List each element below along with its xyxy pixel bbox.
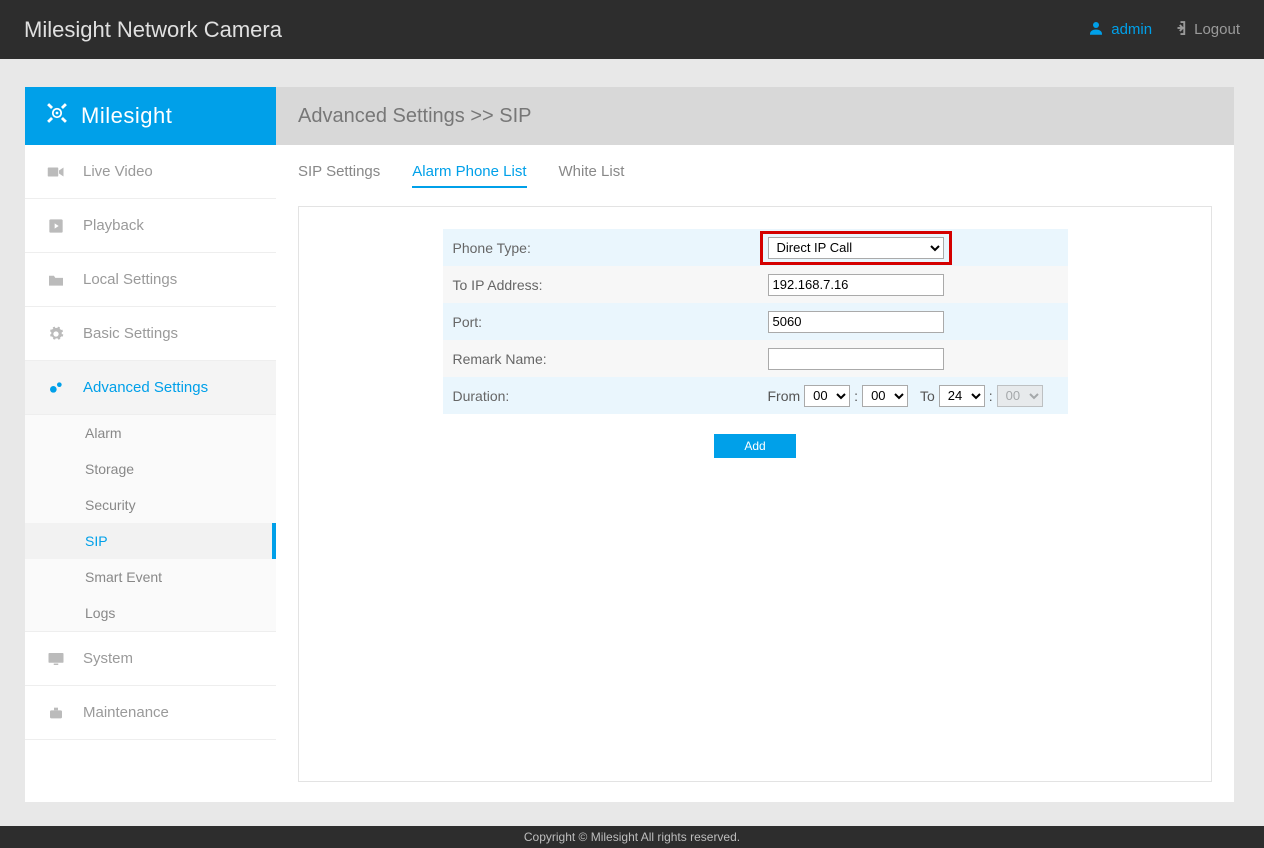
sidebar-item-playback[interactable]: Playback	[25, 199, 276, 253]
brand: Milesight	[25, 87, 276, 145]
inner-panel: Milesight Live Video Playback Local Sett…	[25, 87, 1234, 802]
play-icon	[47, 218, 65, 234]
label-port: Port:	[453, 314, 768, 330]
highlight-rect: Direct IP Call	[760, 231, 952, 265]
row-port: Port:	[443, 303, 1068, 340]
subnav-security[interactable]: Security	[25, 487, 276, 523]
topbar-right: admin Logout	[1087, 19, 1240, 41]
to-text: To	[920, 388, 935, 404]
brand-icon	[43, 99, 71, 133]
sidebar-item-maintenance[interactable]: Maintenance	[25, 686, 276, 740]
colon-1: :	[854, 388, 858, 404]
from-text: From	[768, 388, 801, 404]
main-panel: Advanced Settings >> SIP SIP Settings Al…	[276, 87, 1234, 802]
colon-2: :	[989, 388, 993, 404]
sidebar-item-label: Local Settings	[83, 271, 177, 288]
label-to-ip: To IP Address:	[453, 277, 768, 293]
form-card: Phone Type: Direct IP Call To IP Address…	[298, 206, 1212, 782]
folder-icon	[47, 273, 65, 287]
logout-button[interactable]: Logout	[1170, 19, 1240, 41]
gear-icon	[47, 326, 65, 342]
logout-label: Logout	[1194, 21, 1240, 38]
row-phone-type: Phone Type: Direct IP Call	[443, 229, 1068, 266]
sidebar-item-label: Advanced Settings	[83, 379, 208, 396]
logout-icon	[1170, 19, 1188, 41]
camera-icon	[47, 165, 65, 179]
tab-row: SIP Settings Alarm Phone List White List	[276, 145, 1234, 200]
footer: Copyright © Milesight All rights reserve…	[0, 826, 1264, 848]
port-input[interactable]	[768, 311, 944, 333]
subnav-logs[interactable]: Logs	[25, 595, 276, 631]
row-remark: Remark Name:	[443, 340, 1068, 377]
sidebar-item-label: Maintenance	[83, 704, 169, 721]
user-section[interactable]: admin	[1087, 19, 1152, 40]
subnav-smart-event[interactable]: Smart Event	[25, 559, 276, 595]
to-ip-input[interactable]	[768, 274, 944, 296]
toolbox-icon	[47, 705, 65, 721]
app-title: Milesight Network Camera	[24, 17, 282, 43]
content-wrapper: Milesight Live Video Playback Local Sett…	[0, 59, 1264, 826]
phone-type-select[interactable]: Direct IP Call	[768, 237, 944, 259]
remark-input[interactable]	[768, 348, 944, 370]
row-duration: Duration: From 00 : 00 To 24 : 00	[443, 377, 1068, 414]
sidebar-item-basic-settings[interactable]: Basic Settings	[25, 307, 276, 361]
footer-text: Copyright © Milesight All rights reserve…	[524, 830, 740, 844]
sidebar-item-live-video[interactable]: Live Video	[25, 145, 276, 199]
label-phone-type: Phone Type:	[453, 240, 768, 256]
sidebar-item-label: Live Video	[83, 163, 153, 180]
sidebar-item-label: Playback	[83, 217, 144, 234]
duration-controls: From 00 : 00 To 24 : 00	[768, 385, 1068, 407]
label-duration: Duration:	[453, 388, 768, 404]
subnav-storage[interactable]: Storage	[25, 451, 276, 487]
topbar: Milesight Network Camera admin Logout	[0, 0, 1264, 59]
to-min-select: 00	[997, 385, 1043, 407]
from-hour-select[interactable]: 00	[804, 385, 850, 407]
sidebar-item-system[interactable]: System	[25, 631, 276, 686]
breadcrumb-text: Advanced Settings >> SIP	[298, 105, 532, 128]
nav: Live Video Playback Local Settings Basic…	[25, 145, 276, 802]
sidebar-item-local-settings[interactable]: Local Settings	[25, 253, 276, 307]
sidebar-item-label: System	[83, 650, 133, 667]
breadcrumb: Advanced Settings >> SIP	[276, 87, 1234, 145]
tab-white-list[interactable]: White List	[559, 163, 625, 188]
from-min-select[interactable]: 00	[862, 385, 908, 407]
monitor-icon	[47, 651, 65, 667]
sidebar-item-label: Basic Settings	[83, 325, 178, 342]
sidebar: Milesight Live Video Playback Local Sett…	[25, 87, 276, 802]
brand-text: Milesight	[81, 103, 172, 129]
add-button[interactable]: Add	[714, 434, 796, 458]
to-hour-select[interactable]: 24	[939, 385, 985, 407]
tab-alarm-phone-list[interactable]: Alarm Phone List	[412, 163, 526, 188]
row-to-ip: To IP Address:	[443, 266, 1068, 303]
label-remark: Remark Name:	[453, 351, 768, 367]
subnav-sip[interactable]: SIP	[25, 523, 276, 559]
subnav-alarm[interactable]: Alarm	[25, 415, 276, 451]
user-icon	[1087, 19, 1105, 40]
sidebar-item-advanced-settings[interactable]: Advanced Settings	[25, 361, 276, 415]
username-label: admin	[1111, 21, 1152, 38]
gears-icon	[47, 380, 65, 396]
advanced-subnav: Alarm Storage Security SIP Smart Event L…	[25, 415, 276, 631]
tab-sip-settings[interactable]: SIP Settings	[298, 163, 380, 188]
form-table: Phone Type: Direct IP Call To IP Address…	[443, 229, 1068, 414]
